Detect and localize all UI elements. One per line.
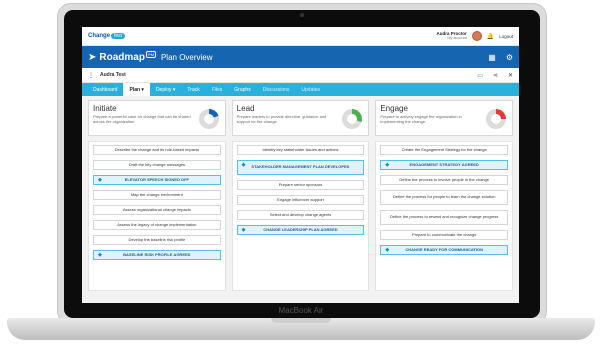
summary-description: Prepare to actively engage the organizat… (380, 114, 462, 124)
bell-icon[interactable]: 🔔 (487, 33, 494, 40)
sub-bar: ⋮ Audra Test ▭ ⋖ ✕ (82, 68, 519, 83)
summary-description: Prepare a powerful case for change that … (93, 114, 191, 124)
diamond-icon: ◆ (241, 227, 246, 233)
tab-dashboard[interactable]: Dashboard (87, 83, 123, 96)
task-list: Identify key stakeholder issues and acti… (231, 141, 370, 291)
share-icon[interactable]: ⋖ (493, 72, 498, 79)
user-text: Audra Proctor My account (436, 31, 466, 41)
tab-track[interactable]: Track (181, 83, 205, 96)
column-initiate: Initiate Prepare a powerful case for cha… (88, 100, 226, 291)
app-header: Change first Audra Proctor My account 🔔 … (82, 27, 519, 46)
tab-plan[interactable]: Plan ▾ (123, 83, 150, 96)
task-item[interactable]: Engage influencer support (236, 195, 365, 205)
task-item[interactable]: Identify key stakeholder issues and acti… (236, 145, 365, 155)
task-item[interactable]: Prepare to communicate the change (380, 230, 509, 240)
diamond-icon: ◆ (385, 247, 390, 253)
task-item[interactable]: Describe the change and its role-based i… (93, 145, 221, 155)
app-name: Roadmap (99, 51, 145, 63)
task-item[interactable]: Define the process to reward and recogni… (380, 210, 509, 225)
logo-text: Change (88, 33, 111, 39)
column-engage: Engage Prepare to actively engage the or… (375, 100, 514, 291)
user-box: Audra Proctor My account 🔔 Logout (436, 31, 513, 41)
diamond-icon: ◆ (241, 162, 246, 168)
camera-dot (300, 13, 304, 17)
milestone-label: STAKEHOLDER MANAGEMENT PLAN DEVELOPED (251, 164, 350, 170)
progress-donut (342, 109, 363, 129)
milestone-label: BASELINE RISK PROFILE AGREED (123, 251, 191, 257)
progress-donut (198, 109, 219, 129)
title-bar-icons: ▦ ⚙ (488, 53, 513, 62)
sub-bar-icons: ▭ ⋖ ✕ (477, 72, 513, 79)
plan-name: Audra Test (100, 72, 126, 78)
milestone-label: CHANGE READY FOR COMMUNICATION (405, 246, 483, 252)
milestone-item[interactable]: ◆ CHANGE LEADERSHIP PLAN AGREED (236, 225, 365, 235)
task-item[interactable]: Define the process to involve people in … (380, 175, 509, 185)
summary-description: Prepare leaders to provide direction, gu… (236, 114, 327, 124)
tab-files[interactable]: Files (206, 83, 229, 96)
presentation-icon[interactable]: ▭ (477, 72, 483, 79)
progress-donut (486, 109, 507, 129)
milestone-label: ENGAGEMENT STRATEGY AGREED (409, 161, 479, 167)
task-item[interactable]: Map the change environment (93, 190, 221, 200)
tab-bar: Dashboard Plan ▾ Deploy ▾ Track Files Gr… (82, 83, 519, 96)
roadmap-arrow-icon: ➤ (88, 51, 97, 63)
laptop-brand-label: MacBook Air (278, 306, 324, 315)
task-item[interactable]: Create the Engagement Strategy for the c… (380, 145, 509, 155)
diamond-icon: ◆ (98, 177, 102, 183)
tab-updates[interactable]: Updates (295, 83, 326, 96)
task-item[interactable]: Assess the legacy of change implementati… (93, 220, 221, 230)
summary-card[interactable]: Initiate Prepare a powerful case for cha… (88, 100, 226, 136)
milestone-item[interactable]: ◆ CHANGE READY FOR COMMUNICATION (380, 245, 509, 255)
app-screen: Change first Audra Proctor My account 🔔 … (82, 27, 519, 303)
avatar[interactable] (471, 31, 482, 41)
milestone-item[interactable]: ◆ STAKEHOLDER MANAGEMENT PLAN DEVELOPED (236, 160, 365, 175)
milestone-label: CHANGE LEADERSHIP PLAN AGREED (263, 226, 338, 232)
task-item[interactable]: Develop the baseline risk profile (93, 235, 221, 245)
plan-columns: Initiate Prepare a powerful case for cha… (82, 96, 519, 291)
logout-link[interactable]: Logout (499, 34, 513, 39)
task-item[interactable]: Select and develop change agents (236, 210, 365, 220)
gear-icon[interactable]: ⚙ (506, 53, 513, 62)
page-title: Plan Overview (160, 52, 213, 62)
title-bar: ➤ Roadmap PM Plan Overview ▦ ⚙ (82, 46, 519, 68)
tab-discussions[interactable]: Discussions (257, 83, 296, 96)
task-item[interactable]: Define the process for people to learn t… (380, 190, 509, 205)
milestone-label: ELEVATOR SPEECH SIGNED OFF (124, 176, 189, 182)
close-icon[interactable]: ✕ (508, 72, 513, 79)
laptop-base (7, 318, 595, 340)
diamond-icon: ◆ (98, 252, 102, 258)
milestone-item[interactable]: ◆ ENGAGEMENT STRATEGY AGREED (380, 160, 509, 170)
task-item[interactable]: Assess organizational change impacts (93, 205, 221, 215)
vertical-dots-icon[interactable]: ⋮ (88, 72, 94, 79)
tab-graphs[interactable]: Graphs (228, 83, 256, 96)
task-list: Create the Engagement Strategy for the c… (375, 141, 514, 291)
task-list: Describe the change and its role-based i… (88, 141, 226, 291)
my-account-link[interactable]: My account (436, 36, 466, 41)
milestone-item[interactable]: ◆ BASELINE RISK PROFILE AGREED (93, 250, 221, 260)
diamond-icon: ◆ (385, 162, 390, 168)
tab-deploy[interactable]: Deploy ▾ (150, 83, 181, 96)
logo[interactable]: Change first (88, 33, 126, 39)
task-item[interactable]: Prepare senior sponsors (236, 180, 365, 190)
grid-menu-icon[interactable]: ▦ (488, 53, 496, 62)
column-lead: Lead Prepare leaders to provide directio… (231, 100, 370, 291)
app-badge: PM (145, 50, 156, 58)
task-item[interactable]: Draft the key change messages (93, 160, 221, 170)
summary-card[interactable]: Lead Prepare leaders to provide directio… (231, 100, 370, 136)
base-notch (271, 318, 331, 323)
milestone-item[interactable]: ◆ ELEVATOR SPEECH SIGNED OFF (93, 175, 221, 185)
summary-card[interactable]: Engage Prepare to actively engage the or… (375, 100, 514, 136)
logo-badge: first (111, 33, 126, 39)
